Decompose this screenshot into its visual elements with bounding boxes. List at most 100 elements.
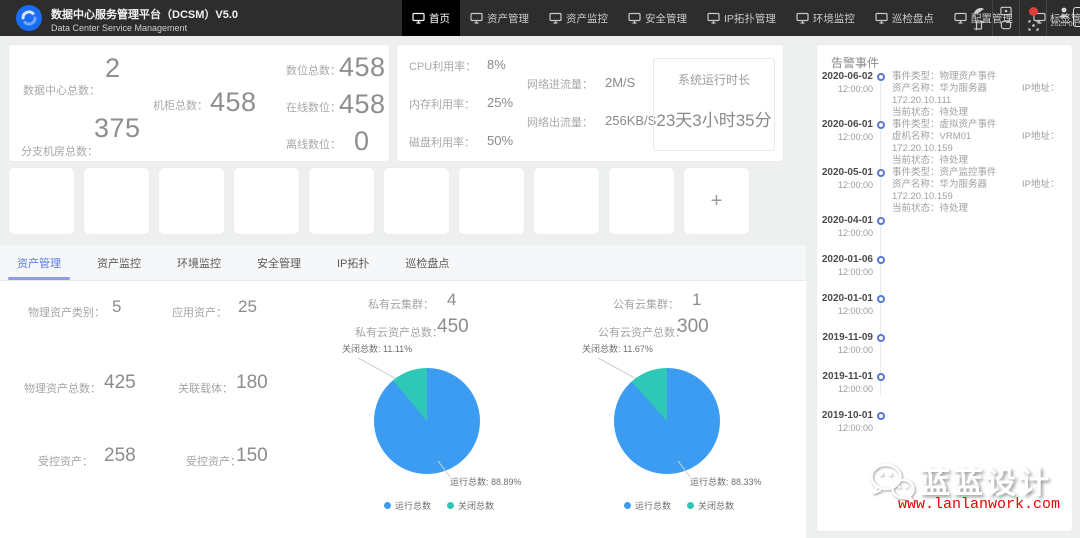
alert-time: 12:00:00: [817, 344, 873, 357]
timeline-node-icon: [877, 332, 892, 371]
tab-label: 环境监控: [177, 255, 221, 271]
alert-name: 华为服务器: [940, 83, 988, 94]
widget-card-empty: [158, 167, 225, 235]
alert-type-label: 事件类型：: [892, 167, 940, 178]
nav-label: 巡检盘点: [892, 11, 934, 26]
widget-card-empty: [608, 167, 675, 235]
nav-item-ip-topology[interactable]: IP拓扑管理: [697, 0, 786, 36]
alert-item[interactable]: 2019-11-0112:00:00: [817, 371, 1072, 410]
alert-ip-label: IP地址：: [1022, 83, 1059, 94]
tab-inspection[interactable]: 巡检盘点: [396, 245, 458, 280]
alert-date: 2020-01-01: [817, 293, 873, 305]
tab-label: 资产监控: [97, 255, 141, 271]
alert-time: 12:00:00: [817, 131, 873, 144]
alert-date: 2019-11-09: [817, 332, 873, 344]
timeline-node-icon: [877, 254, 892, 293]
asset-app-value: 25: [238, 297, 257, 317]
widget-card-empty: [308, 167, 375, 235]
alert-item[interactable]: 2020-01-0112:00:00: [817, 293, 1072, 332]
private-total-label: 私有云资产总数：: [355, 324, 443, 340]
timeline-node-icon: [877, 167, 892, 215]
public-cluster-label: 公有云集群：: [613, 296, 679, 312]
legend-item-running[interactable]: 运行总数: [624, 499, 671, 512]
stat-online-value: 458: [339, 89, 386, 120]
nav-label: 安全管理: [645, 11, 687, 26]
user-icon[interactable]: [1058, 7, 1070, 18]
pie-chart-public: [614, 368, 720, 474]
tab-label: IP拓扑: [337, 255, 369, 271]
legend-item-closed[interactable]: 关闭总数: [447, 499, 494, 512]
monitor-icon: [707, 12, 720, 24]
tab-env-monitor[interactable]: 环境监控: [168, 245, 230, 280]
alert-item[interactable]: 2020-06-0112:00:00 事件类型：虚拟资产事件 虚机名称：VRM0…: [817, 119, 1072, 167]
stat-cabinet-value: 458: [210, 87, 257, 118]
legend-label: 关闭总数: [458, 499, 494, 512]
asset-overview-body: 物理资产类别： 5 应用资产： 25 物理资产总数： 425 关联载体： 180…: [0, 281, 806, 537]
header-tools: 2020-06: [965, 0, 1080, 36]
alert-item[interactable]: 2019-11-0912:00:00: [817, 332, 1072, 371]
timeline-node-icon: [877, 410, 892, 449]
legend-label: 关闭总数: [698, 499, 734, 512]
overview-card-infrastructure: 2 数据中心总数： 375 分支机房总数： 机柜总数： 458 数位总数： 45…: [8, 44, 390, 162]
alert-time: 12:00:00: [817, 266, 873, 279]
alert-details: 事件类型：虚拟资产事件 虚机名称：VRM01IP地址：172.20.10.159…: [892, 119, 1072, 167]
nav-label: 环境监控: [813, 11, 855, 26]
alert-time: 12:00:00: [817, 422, 873, 435]
tab-label: 资产管理: [17, 255, 61, 271]
legend-label: 运行总数: [635, 499, 671, 512]
nav-item-inspection[interactable]: 巡检盘点: [865, 0, 944, 36]
nav-item-home[interactable]: 首页: [402, 0, 460, 36]
nav-item-asset-mgmt[interactable]: 资产管理: [460, 0, 539, 36]
nav-item-asset-monitor[interactable]: 资产监控: [539, 0, 618, 36]
timeline-node-icon: [877, 293, 892, 332]
alert-date: 2020-01-06: [817, 254, 873, 266]
plus-icon: +: [711, 190, 723, 213]
wing-icon[interactable]: [973, 6, 985, 17]
alert-panel-title: 告警事件: [831, 54, 879, 71]
nav-item-security[interactable]: 安全管理: [618, 0, 697, 36]
legend-item-running[interactable]: 运行总数: [384, 499, 431, 512]
add-widget-card[interactable]: +: [683, 167, 750, 235]
alert-ip-label: IP地址：: [1022, 179, 1059, 190]
alert-time: 12:00:00: [817, 383, 873, 396]
tab-asset-mgmt[interactable]: 资产管理: [8, 245, 70, 280]
logo-icon: [15, 4, 43, 37]
stat-cpu-label: CPU利用率：: [409, 58, 476, 74]
scan-icon[interactable]: [1027, 20, 1039, 31]
legend-public: 运行总数 关闭总数: [624, 499, 734, 512]
nav-item-env-monitor[interactable]: 环境监控: [786, 0, 865, 36]
alert-status-label: 当前状态：: [892, 107, 940, 118]
alert-type: 物理资产事件: [940, 71, 997, 82]
asset-carrier-label: 关联载体：: [178, 380, 233, 396]
alert-item[interactable]: 2020-06-0212:00:00 事件类型：物理资产事件 资产名称：华为服务…: [817, 71, 1072, 119]
alert-item[interactable]: 2020-04-0112:00:00: [817, 215, 1072, 254]
stat-netout-label: 网络出流量：: [527, 114, 593, 130]
rotate-phone-icon[interactable]: [973, 20, 985, 31]
top-bar: 数据中心服务管理平台（DCSM）V5.0 Data Center Service…: [0, 0, 1080, 36]
alert-item[interactable]: 2020-01-0612:00:00: [817, 254, 1072, 293]
record-icon[interactable]: [1027, 6, 1039, 17]
timeline-node-icon: [877, 119, 892, 167]
legend-dot-closed-icon: [447, 502, 454, 509]
public-total-label: 公有云资产总数：: [598, 324, 686, 340]
alert-time: 12:00:00: [817, 179, 873, 192]
monitor-icon: [875, 12, 888, 24]
stat-mem-value: 25%: [487, 95, 513, 110]
alert-item[interactable]: 2020-05-0112:00:00 事件类型：资产监控事件 资产名称：华为服务…: [817, 167, 1072, 215]
tablet-icon[interactable]: [1000, 20, 1012, 31]
tab-asset-monitor[interactable]: 资产监控: [88, 245, 150, 280]
alert-time: 12:00:00: [817, 305, 873, 318]
legend-item-closed[interactable]: 关闭总数: [687, 499, 734, 512]
alert-date: 2020-06-01: [817, 119, 873, 131]
stat-branch-value: 375: [94, 113, 141, 144]
tab-ip-topology[interactable]: IP拓扑: [328, 245, 378, 280]
uptime-value: 23天3小时35分: [654, 106, 774, 131]
pie-label-running: 运行总数: 88.89%: [450, 475, 522, 488]
alert-status: 待处理: [940, 107, 969, 118]
tab-security[interactable]: 安全管理: [248, 245, 310, 280]
alert-type: 资产监控事件: [940, 167, 997, 178]
screen-icon[interactable]: [1000, 6, 1012, 17]
timeline-node-icon: [877, 71, 892, 119]
alert-item[interactable]: 2019-10-0112:00:00: [817, 410, 1072, 449]
app-subtitle: Data Center Service Management: [51, 22, 238, 34]
